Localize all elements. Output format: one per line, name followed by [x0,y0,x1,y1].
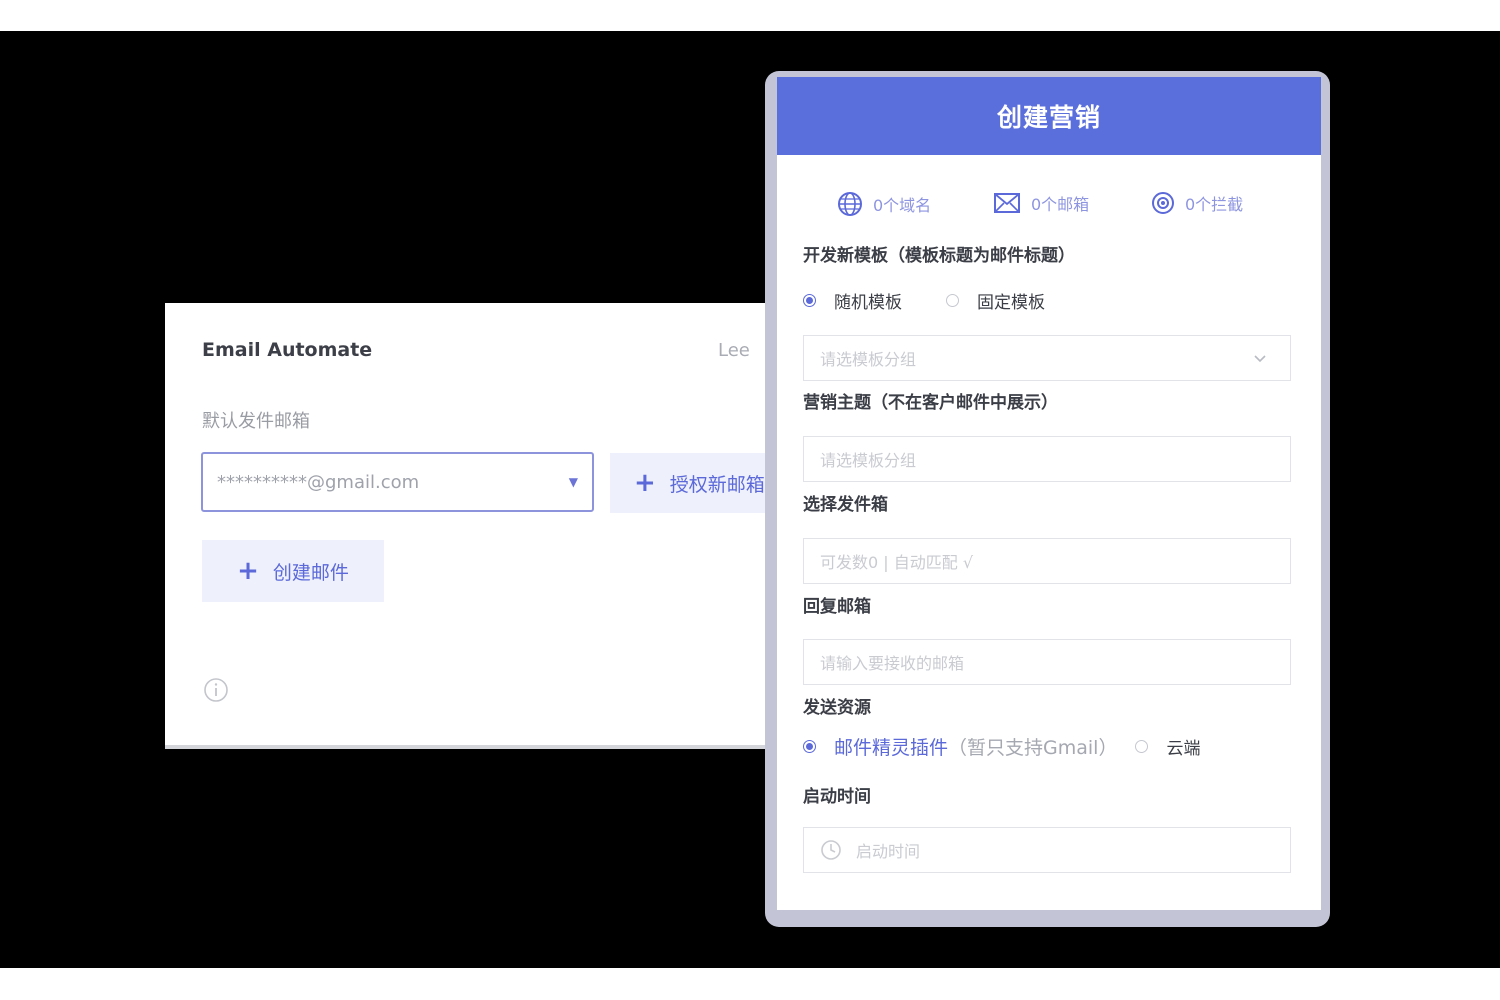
stats-row: 0个域名 0个邮箱 0个拦截 [777,191,1321,223]
create-campaign-panel: 创建营销 0个域名 0个邮箱 0个拦截 开发新模板（模板标题为邮件标题） 随机模… [765,71,1330,927]
chevron-down-icon [1254,355,1266,363]
panel-header: 创建营销 [777,77,1321,155]
info-icon[interactable] [203,677,229,703]
start-time-label: 启动时间 [803,787,871,807]
sender-box-label: 选择发件箱 [803,495,888,515]
clock-icon [821,840,841,860]
resource-radio-group: 邮件精灵插件 （暂只支持Gmail） 云端 [803,733,1200,760]
fixed-template-label[interactable]: 固定模板 [977,288,1045,313]
radio-cloud[interactable] [1135,740,1149,753]
stat-domains: 0个域名 [837,191,931,217]
subject-input[interactable]: 请选模板分组 [803,436,1291,482]
template-radio-group: 随机模板 固定模板 [803,288,1045,313]
default-sender-label: 默认发件邮箱 [202,411,310,432]
random-template-label[interactable]: 随机模板 [834,288,902,313]
user-name[interactable]: Lee [718,340,750,361]
template-group-select[interactable]: 请选模板分组 [803,335,1291,381]
radio-random-template[interactable] [803,294,816,307]
sender-email-value: **********@gmail.com [217,471,420,493]
mail-icon [994,193,1020,213]
create-mail-button[interactable]: + 创建邮件 [202,540,384,602]
sender-box-input[interactable]: 可发数0 | 自动匹配 √ [803,538,1291,584]
stat-domains-label: 0个域名 [873,196,932,215]
authorize-button-label: 授权新邮箱 [669,473,765,496]
stage-background: Email Automate Lee 默认发件邮箱 **********@gma… [0,31,1500,968]
start-time-input[interactable]: 启动时间 [803,827,1291,873]
resource-label: 发送资源 [803,698,871,718]
plugin-option-label[interactable]: 邮件精灵插件 [834,733,948,760]
create-mail-label: 创建邮件 [272,561,349,584]
app-title: Email Automate [202,339,373,361]
template-label: 开发新模板（模板标题为邮件标题） [803,246,1075,266]
reply-email-input[interactable]: 请输入要接收的邮箱 [803,639,1291,685]
reply-label: 回复邮箱 [803,597,871,617]
plugin-option-note: （暂只支持Gmail） [948,737,1118,759]
subject-label: 营销主题（不在客户邮件中展示） [803,393,1058,413]
stat-blocks: 0个拦截 [1151,191,1243,215]
globe-icon [838,192,862,216]
sender-email-select[interactable]: **********@gmail.com ▼ [201,452,594,512]
radio-plugin[interactable] [803,740,816,753]
stat-mailboxes: 0个邮箱 [993,191,1089,215]
plus-icon: + [634,468,656,498]
subject-placeholder: 请选模板分组 [820,451,917,470]
shield-target-icon [1152,192,1174,214]
reply-placeholder: 请输入要接收的邮箱 [820,654,965,673]
template-group-placeholder: 请选模板分组 [820,350,917,369]
radio-fixed-template[interactable] [946,294,959,307]
start-time-placeholder: 启动时间 [856,842,921,861]
caret-down-icon: ▼ [568,475,578,489]
plus-icon: + [237,556,259,586]
email-automate-card: Email Automate Lee 默认发件邮箱 **********@gma… [165,303,805,749]
stat-mailboxes-label: 0个邮箱 [1031,195,1090,214]
panel-body: 0个域名 0个邮箱 0个拦截 开发新模板（模板标题为邮件标题） 随机模板 固定模… [777,155,1321,910]
stat-blocks-label: 0个拦截 [1185,195,1244,214]
sender-box-placeholder: 可发数0 | 自动匹配 √ [820,553,974,572]
cloud-option-label[interactable]: 云端 [1166,734,1200,759]
